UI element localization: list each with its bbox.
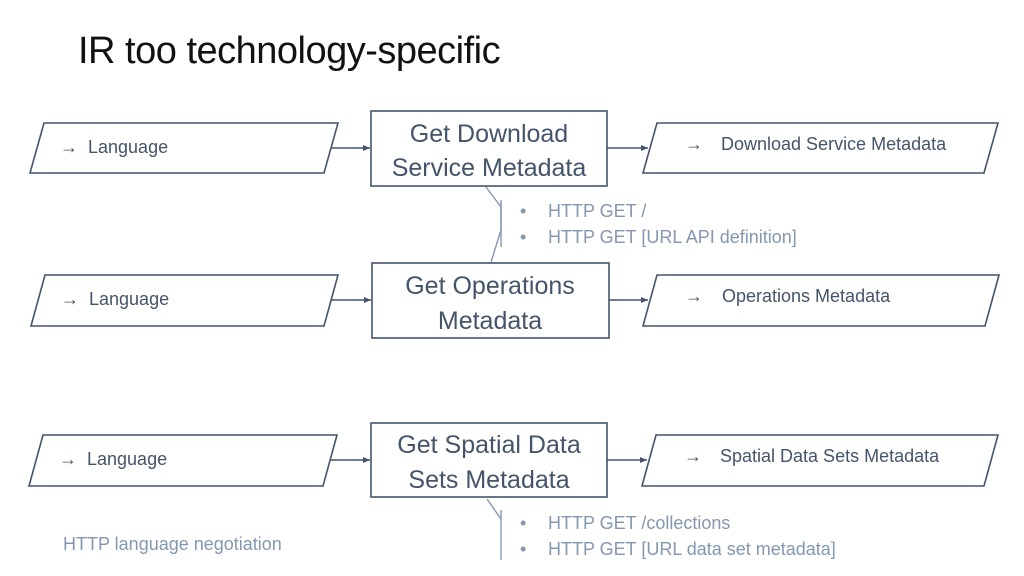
callout-item: HTTP GET [URL data set metadata] <box>548 539 836 559</box>
output-label: Operations Metadata <box>722 286 891 306</box>
output-download-service-metadata[interactable]: → Download Service Metadata <box>641 122 1000 174</box>
callout-item: HTTP GET /collections <box>548 513 730 533</box>
bullet-icon: • <box>520 513 526 533</box>
output-operations-metadata[interactable]: → Operations Metadata <box>641 274 1001 327</box>
input-label: Language <box>89 289 169 309</box>
arrow-right-icon: → <box>685 134 703 154</box>
process-label-line-1: Get Operations <box>405 272 575 300</box>
callout-leader-line <box>485 186 502 263</box>
arrow-right-icon: → <box>685 286 703 306</box>
output-label: Spatial Data Sets Metadata <box>720 446 940 466</box>
output-label: Download Service Metadata <box>721 134 947 154</box>
flow-diagram: → Language Get Download Service Metadata… <box>27 110 1001 560</box>
process-get-spatial-data-sets-metadata[interactable]: Get Spatial Data Sets Metadata <box>370 422 608 498</box>
callout-leader-line <box>486 498 502 520</box>
bullet-icon: • <box>520 227 526 247</box>
input-language-1[interactable]: → Language <box>28 122 340 174</box>
process-label-line-2: Service Metadata <box>392 154 587 182</box>
input-label: Language <box>88 137 168 157</box>
callout-download-service: • HTTP GET / • HTTP GET [URL API definit… <box>485 186 797 263</box>
input-language-3[interactable]: → Language <box>27 434 339 487</box>
process-label-line-1: Get Download <box>410 120 568 148</box>
bullet-icon: • <box>520 539 526 559</box>
row-spatial-data-sets: → Language Get Spatial Data Sets Metadat… <box>27 422 1000 498</box>
arrow-right-icon: → <box>60 137 78 157</box>
arrow-right-icon: → <box>684 446 702 466</box>
footer-note: HTTP language negotiation <box>63 534 282 554</box>
output-spatial-data-sets-metadata[interactable]: → Spatial Data Sets Metadata <box>640 434 1000 487</box>
callout-item: HTTP GET / <box>548 201 646 221</box>
row-operations: → Language Get Operations Metadata → Ope… <box>29 262 1001 339</box>
input-language-2[interactable]: → Language <box>29 274 340 327</box>
process-label-line-1: Get Spatial Data <box>397 431 581 459</box>
row-download-service: → Language Get Download Service Metadata… <box>28 110 1000 187</box>
process-label-line-2: Metadata <box>438 307 542 335</box>
callout-item: HTTP GET [URL API definition] <box>548 227 797 247</box>
process-label-line-2: Sets Metadata <box>408 466 569 494</box>
process-get-download-service-metadata[interactable]: Get Download Service Metadata <box>370 110 608 187</box>
callout-spatial-data-sets: • HTTP GET /collections • HTTP GET [URL … <box>486 498 836 560</box>
bullet-icon: • <box>520 201 526 221</box>
process-get-operations-metadata[interactable]: Get Operations Metadata <box>371 262 610 339</box>
input-label: Language <box>87 449 167 469</box>
arrow-right-icon: → <box>61 289 79 309</box>
arrow-right-icon: → <box>59 449 77 469</box>
